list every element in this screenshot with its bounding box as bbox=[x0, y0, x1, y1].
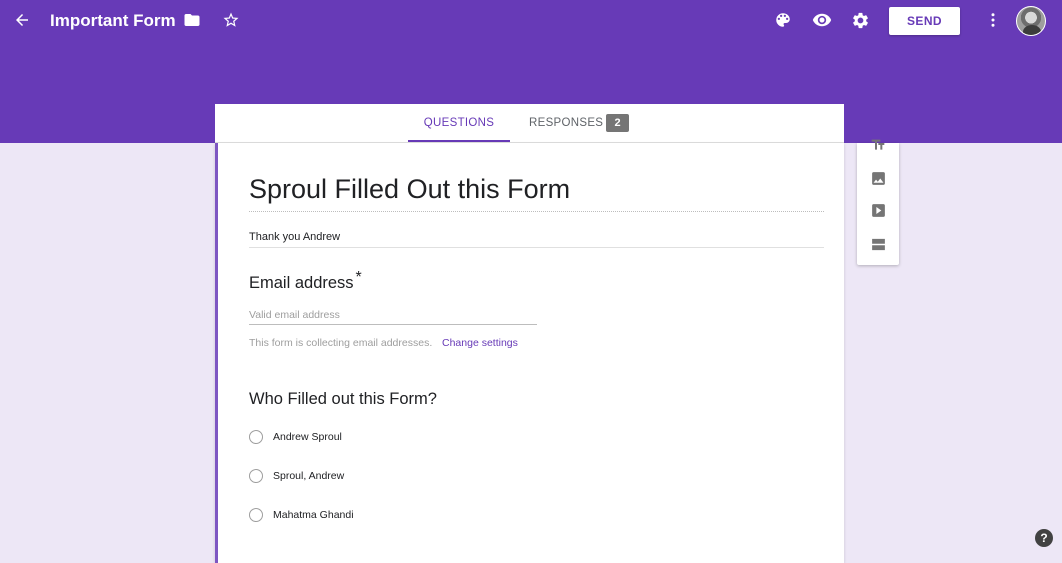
email-question-label: Email address bbox=[249, 274, 354, 292]
tab-responses-label: RESPONSES bbox=[529, 117, 604, 129]
tab-questions[interactable]: QUESTIONS bbox=[408, 104, 510, 142]
email-collection-note: This form is collecting email addresses. bbox=[249, 337, 433, 349]
account-avatar[interactable] bbox=[1016, 6, 1046, 36]
email-input[interactable] bbox=[249, 306, 537, 325]
email-question-title: Email address * bbox=[249, 269, 362, 293]
form-tabs-bar: QUESTIONS RESPONSES 2 bbox=[215, 104, 844, 143]
add-image-icon[interactable] bbox=[868, 168, 888, 188]
preview-eye-icon[interactable] bbox=[810, 8, 834, 32]
responses-count-badge: 2 bbox=[606, 114, 629, 132]
radio-option[interactable]: Mahatma Ghandi bbox=[249, 505, 354, 525]
question-title[interactable]: Who Filled out this Form? bbox=[249, 390, 437, 409]
tab-questions-label: QUESTIONS bbox=[423, 117, 495, 129]
radio-button[interactable] bbox=[249, 430, 263, 444]
option-label[interactable]: Andrew Sproul bbox=[273, 431, 342, 443]
back-arrow-icon[interactable] bbox=[10, 8, 34, 32]
settings-gear-icon[interactable] bbox=[848, 8, 872, 32]
form-title-topbar[interactable]: Important Form bbox=[50, 10, 176, 32]
change-settings-link[interactable]: Change settings bbox=[442, 337, 518, 349]
radio-button[interactable] bbox=[249, 469, 263, 483]
star-icon[interactable] bbox=[219, 8, 243, 32]
add-video-icon[interactable] bbox=[868, 200, 888, 220]
required-asterisk: * bbox=[355, 268, 362, 286]
form-description-field[interactable]: Thank you Andrew bbox=[249, 231, 340, 243]
radio-button[interactable] bbox=[249, 508, 263, 522]
option-label[interactable]: Mahatma Ghandi bbox=[273, 509, 354, 521]
send-button[interactable]: SEND bbox=[889, 7, 960, 35]
description-underline bbox=[249, 247, 824, 248]
title-underline bbox=[249, 211, 824, 212]
add-title-icon[interactable] bbox=[868, 135, 888, 155]
more-options-icon[interactable] bbox=[981, 8, 1005, 32]
question-side-toolbar bbox=[857, 139, 899, 265]
form-editor-card: Sproul Filled Out this Form Thank you An… bbox=[215, 143, 844, 563]
add-section-icon[interactable] bbox=[868, 234, 888, 254]
help-icon[interactable]: ? bbox=[1035, 529, 1053, 547]
radio-option[interactable]: Sproul, Andrew bbox=[249, 466, 344, 486]
option-label[interactable]: Sproul, Andrew bbox=[273, 470, 344, 482]
folder-icon[interactable] bbox=[180, 8, 204, 32]
palette-icon[interactable] bbox=[771, 8, 795, 32]
form-title-field[interactable]: Sproul Filled Out this Form bbox=[249, 171, 570, 207]
tab-responses[interactable]: RESPONSES bbox=[529, 104, 603, 142]
radio-option[interactable]: Andrew Sproul bbox=[249, 427, 342, 447]
